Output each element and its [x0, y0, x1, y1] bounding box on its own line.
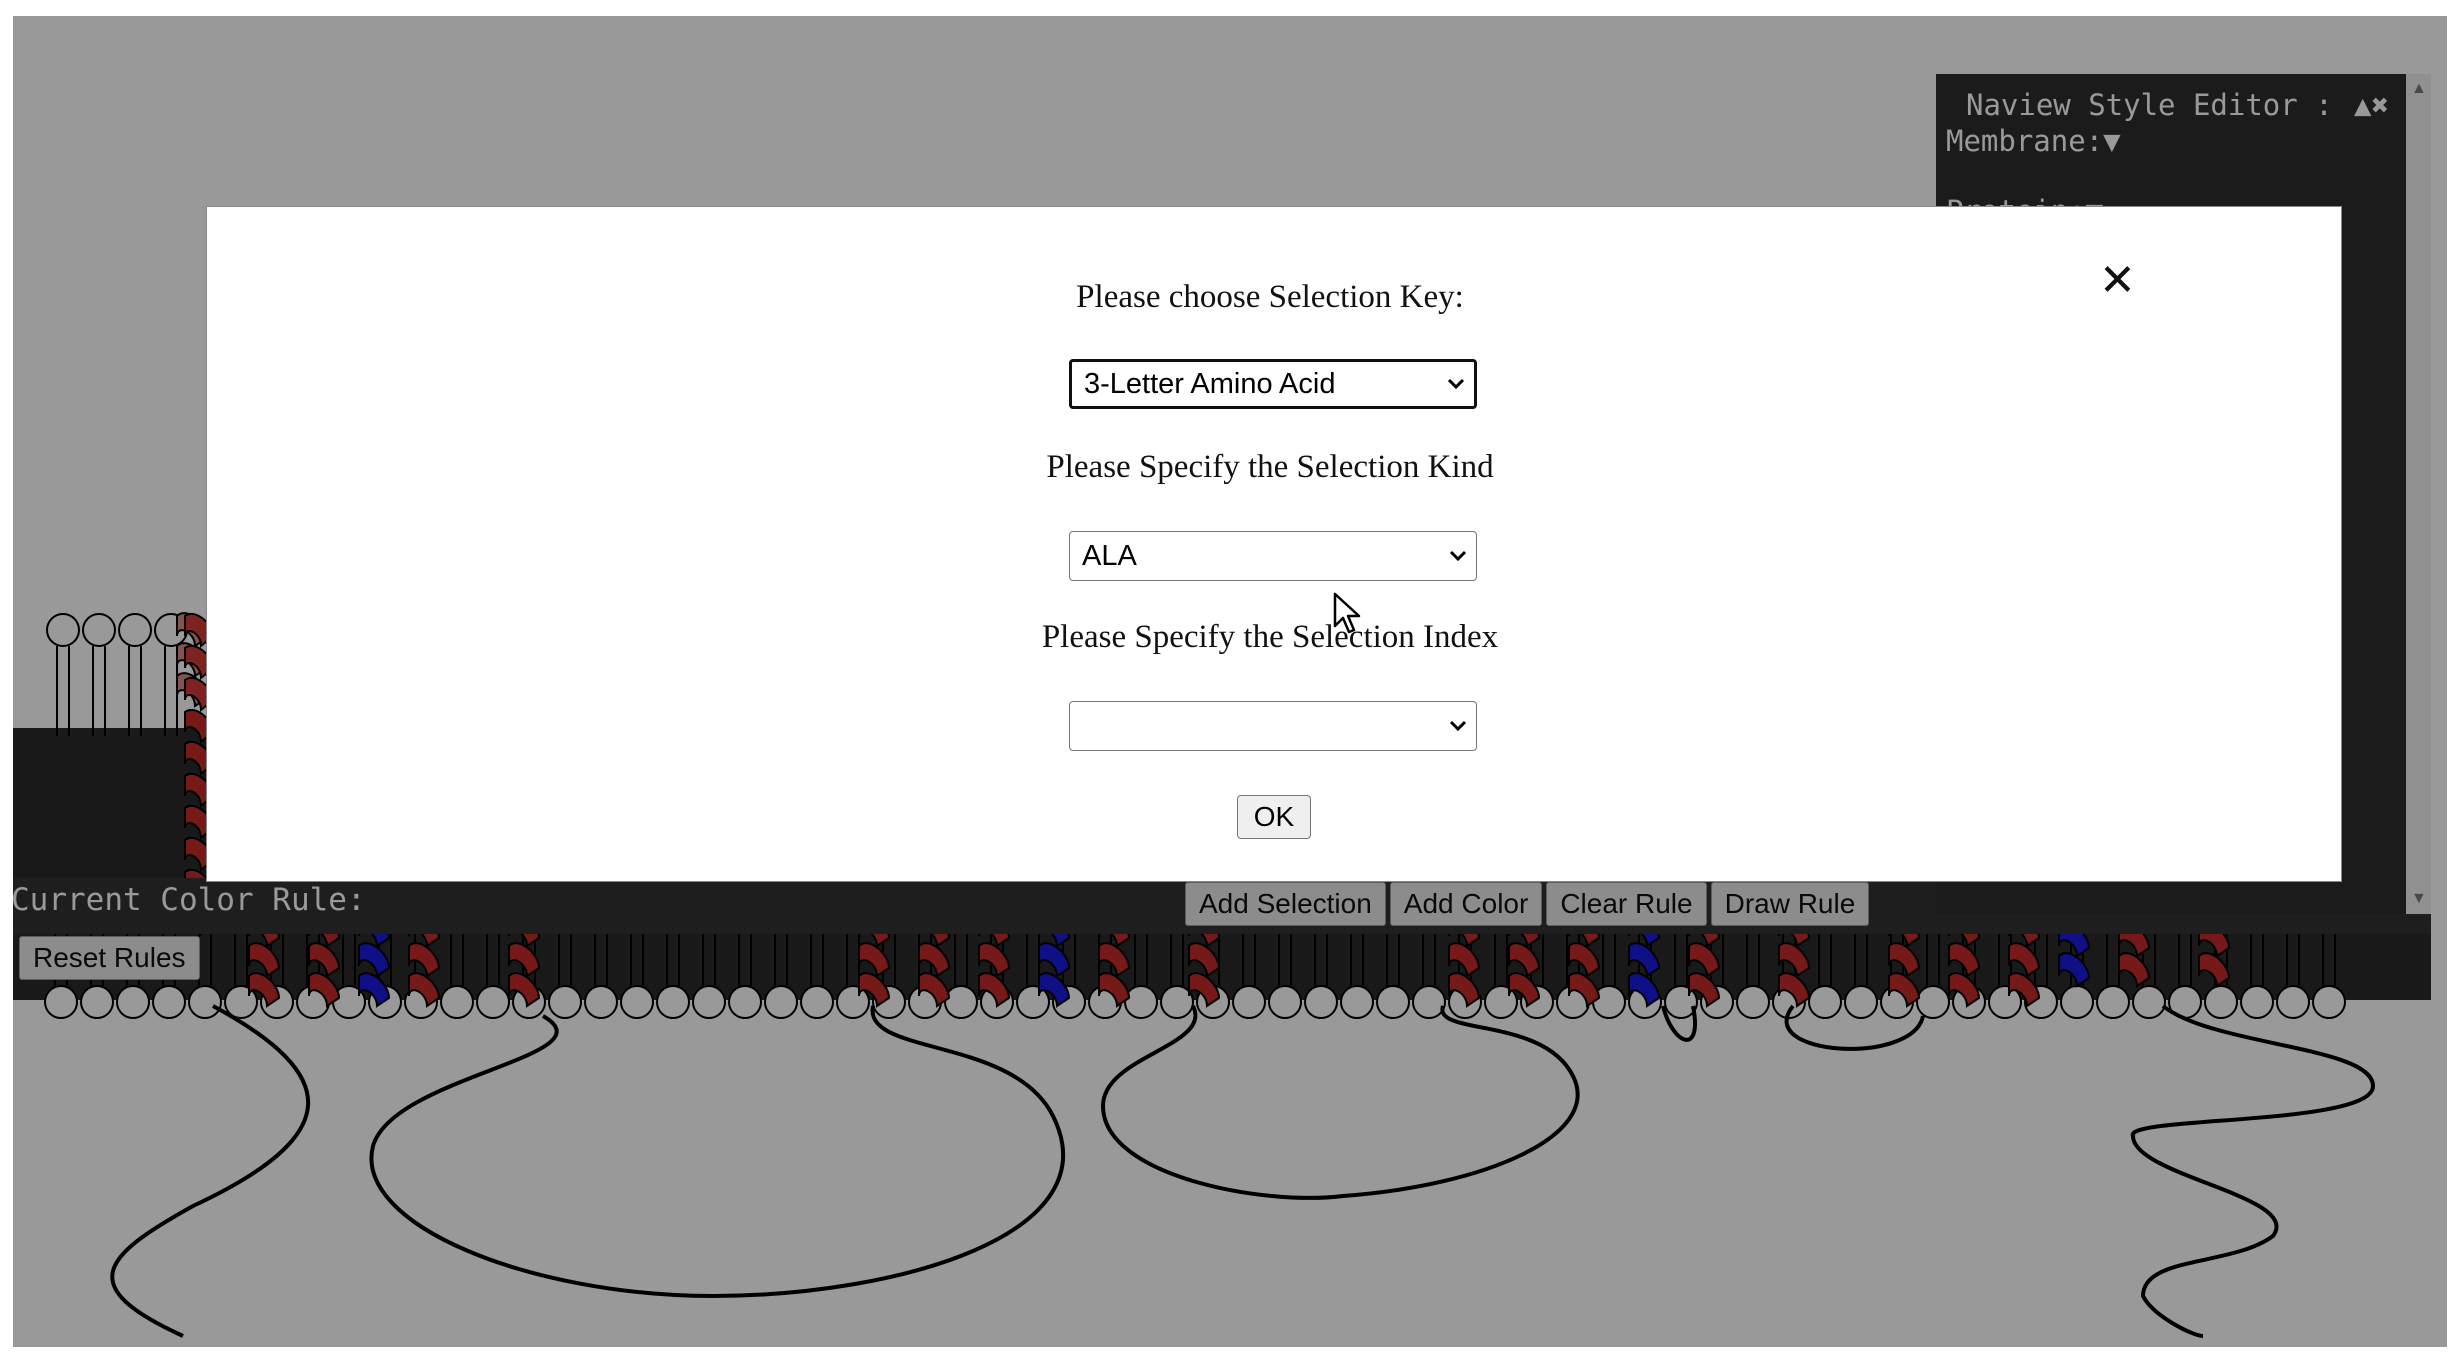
selection-key-value: 3-Letter Amino Acid [1084, 367, 1336, 400]
selection-key-prompt: Please choose Selection Key: [1076, 279, 1464, 315]
close-icon[interactable]: ✕ [2099, 255, 2136, 306]
chevron-down-icon [1449, 550, 1467, 562]
mouse-pointer-icon [1333, 592, 1361, 634]
selection-dialog: ✕ Please choose Selection Key: 3-Letter … [206, 206, 2342, 882]
selection-index-prompt: Please Specify the Selection Index [1041, 619, 1499, 655]
chevron-down-icon [1447, 378, 1465, 390]
selection-kind-value: ALA [1082, 539, 1137, 572]
selection-index-select[interactable] [1069, 701, 1477, 751]
selection-key-select[interactable]: 3-Letter Amino Acid [1069, 359, 1477, 409]
selection-kind-select[interactable]: ALA [1069, 531, 1477, 581]
chevron-down-icon [1449, 720, 1467, 732]
selection-kind-prompt: Please Specify the Selection Kind [1046, 449, 1494, 485]
ok-button[interactable]: OK [1237, 795, 1311, 839]
